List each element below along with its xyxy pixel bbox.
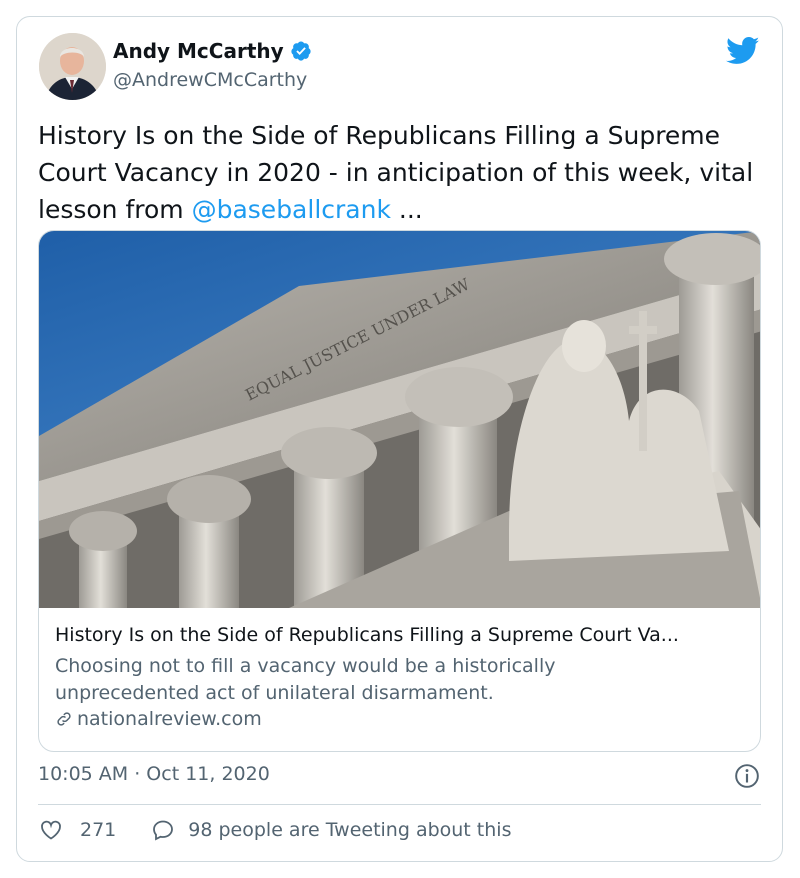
link-card-title[interactable]: History Is on the Side of Republicans Fi… <box>55 624 745 646</box>
avatar[interactable] <box>39 33 106 100</box>
tweet-text-ellipsis: ... <box>390 195 423 224</box>
tweet-actions: 271 98 people are Tweeting about this <box>38 818 511 842</box>
author-display-name[interactable]: Andy McCarthy <box>113 39 284 63</box>
link-card-domain-row: nationalreview.com <box>55 708 262 730</box>
link-card-description: Choosing not to fill a vacancy would be … <box>55 655 556 704</box>
avatar-photo <box>39 33 106 100</box>
tweet-card: Andy McCarthy @AndrewCMcCarthy History I… <box>16 16 783 862</box>
link-icon <box>57 712 71 726</box>
like-count: 271 <box>80 819 117 841</box>
info-icon[interactable] <box>734 763 760 789</box>
mention-link[interactable]: @baseballcrank <box>192 195 391 224</box>
twitter-bird-icon[interactable] <box>726 37 760 65</box>
link-preview-card[interactable]: EQUAL JUSTICE UNDER LAW History Is on th… <box>38 230 761 752</box>
supreme-court-photo: EQUAL JUSTICE UNDER LAW <box>39 231 760 608</box>
link-card-domain: nationalreview.com <box>77 708 262 730</box>
reply-button[interactable]: 98 people are Tweeting about this <box>150 818 511 842</box>
author-handle[interactable]: @AndrewCMcCarthy <box>113 69 307 91</box>
reply-label: 98 people are Tweeting about this <box>188 819 512 841</box>
tweet-timestamp[interactable]: 10:05 AM · Oct 11, 2020 <box>38 763 270 785</box>
verified-badge-icon <box>291 41 311 61</box>
author-name-row[interactable]: Andy McCarthy <box>113 39 312 63</box>
tweet-text: History Is on the Side of Republicans Fi… <box>38 117 758 228</box>
like-button[interactable]: 271 <box>38 818 116 842</box>
heart-icon <box>41 820 61 840</box>
speech-bubble-icon <box>153 820 174 841</box>
divider <box>38 804 761 805</box>
